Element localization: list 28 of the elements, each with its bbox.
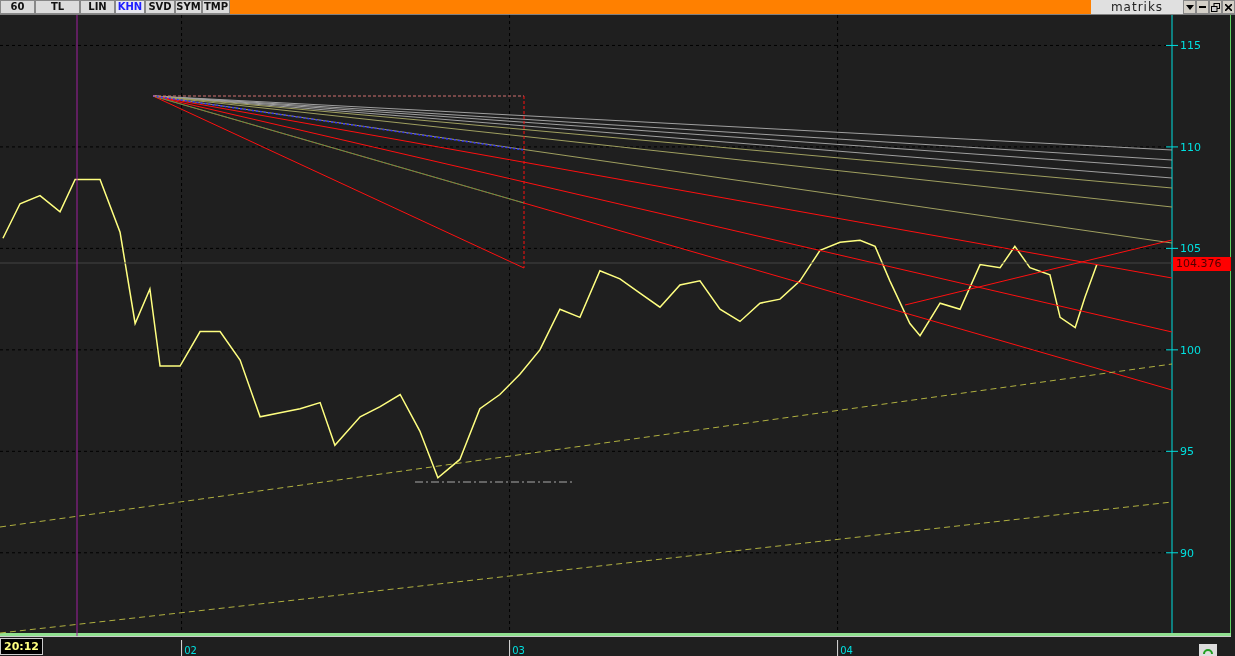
toolbar-button[interactable]: SYM (175, 0, 202, 14)
restore-icon (1211, 2, 1220, 12)
toolbar-button[interactable]: LIN (80, 0, 115, 14)
toolbar-button[interactable]: 60 (0, 0, 35, 14)
y-axis-label: 105 (1180, 242, 1201, 256)
restore-button[interactable] (1209, 0, 1222, 14)
toolbar-button[interactable]: SVD (145, 0, 175, 14)
y-axis-label: 110 (1180, 140, 1201, 154)
x-axis-label: 03 (512, 645, 525, 656)
refresh-icon[interactable] (1199, 644, 1217, 656)
toolbar-button[interactable]: KHN (115, 0, 145, 14)
y-axis-label: 95 (1180, 445, 1194, 459)
close-icon (1225, 3, 1232, 11)
brand-logo: matriks (1091, 0, 1183, 14)
toolbar-button[interactable]: TL (35, 0, 80, 14)
minimize-icon (1199, 6, 1206, 8)
toolbar-button[interactable]: TMP (202, 0, 230, 14)
close-button[interactable] (1222, 0, 1235, 14)
price-label: 104.376 (1173, 257, 1231, 271)
time-label: 20:12 (0, 638, 43, 655)
caret-icon (1185, 4, 1194, 10)
y-axis-label: 90 (1180, 546, 1194, 560)
dropdown-button[interactable] (1183, 0, 1196, 14)
x-axis-label: 02 (184, 645, 197, 656)
y-axis-label: 115 (1180, 39, 1201, 53)
y-axis-label: 100 (1180, 343, 1201, 357)
minimize-button[interactable] (1196, 0, 1209, 14)
x-axis-label: 04 (840, 645, 853, 656)
